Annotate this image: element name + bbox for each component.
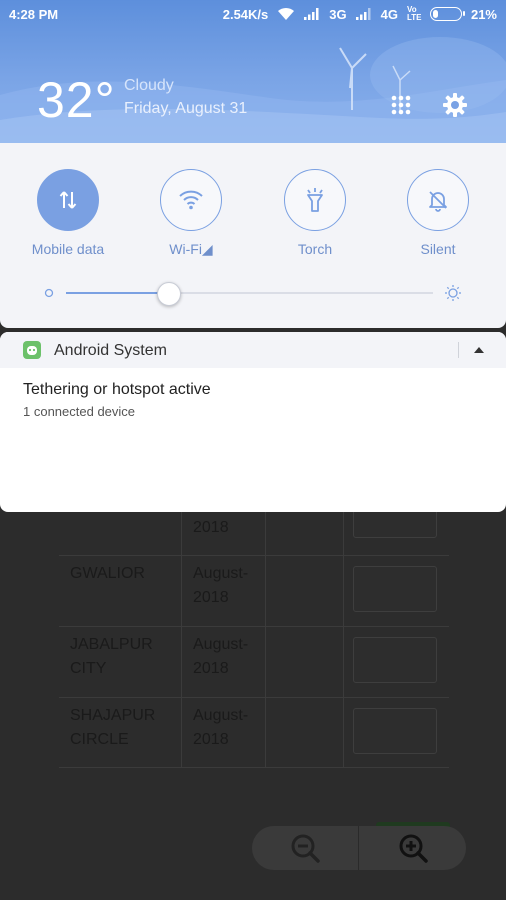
clock: 4:28 PM [9, 7, 59, 22]
tile-silent[interactable]: Silent [383, 169, 493, 257]
network-speed: 2.54K/s [222, 6, 269, 22]
collapse-button[interactable] [466, 340, 492, 360]
table-cell-office: SHAJAPUR CIRCLE [59, 698, 182, 767]
notification-header: Android System [0, 332, 506, 368]
mobile-data-icon [59, 191, 77, 209]
chevron-up-icon [474, 347, 484, 353]
brightness-slider-thumb[interactable] [156, 282, 181, 306]
weather-date: Friday, August 31 [124, 100, 248, 117]
wifi-status-icon [277, 7, 295, 21]
network-type-2: 4G [380, 6, 398, 22]
status-bar: 4:28 PM 2.54K/s 3G 4G Vo LTE 21% [0, 0, 506, 30]
battery-icon [429, 7, 465, 21]
zoom-in-button[interactable] [359, 826, 466, 870]
input-box[interactable] [353, 508, 437, 538]
weather-condition: Cloudy [124, 77, 174, 94]
notification-app-name: Android System [54, 342, 167, 359]
gear-icon [443, 93, 467, 117]
volte-label: Vo LTE [406, 5, 422, 22]
tile-label: Wi-Fi◢ [169, 241, 213, 257]
battery-percent: 21% [470, 6, 497, 22]
wifi-icon [179, 190, 203, 210]
tile-label: Silent [420, 241, 456, 257]
brightness-high-icon [444, 284, 462, 302]
tile-label: Torch [297, 241, 333, 257]
table-row: GWALIOR August- 2018 [59, 556, 449, 627]
notification-title: Tethering or hotspot active [23, 381, 211, 398]
brightness-low-icon [40, 284, 58, 302]
tile-label: Mobile data [31, 241, 105, 257]
settings-button[interactable] [440, 90, 470, 120]
input-box[interactable] [353, 637, 437, 683]
table-row: SHAJAPUR CIRCLE August- 2018 [59, 698, 449, 768]
zoom-control [252, 826, 466, 870]
zoom-out-icon [291, 834, 320, 863]
quick-settings-panel: Mobile data Wi-Fi◢ Torch Silent [0, 143, 506, 328]
table-cell-office: GWALIOR [59, 556, 182, 626]
network-type-1: 3G [329, 6, 347, 22]
temperature: 32° [37, 72, 116, 128]
signal-icon [304, 8, 320, 20]
table-row: JABALPUR CITY August- 2018 [59, 627, 449, 698]
table-cell-month: August- 2018 [182, 698, 266, 767]
input-box[interactable] [353, 708, 437, 754]
brightness-slider[interactable] [44, 280, 464, 306]
grid-icon [391, 95, 411, 115]
tile-torch[interactable]: Torch [260, 169, 370, 257]
android-system-icon [23, 341, 41, 359]
all-toggles-button[interactable] [386, 90, 416, 120]
zoom-out-button[interactable] [252, 826, 359, 870]
silent-icon [429, 191, 447, 212]
zoom-in-icon [399, 834, 428, 863]
tile-mobile-data[interactable]: Mobile data [13, 169, 123, 257]
table-cell-month: August- 2018 [182, 627, 266, 697]
signal-icon [355, 8, 372, 20]
table-cell-month: August- 2018 [182, 556, 266, 626]
notification-text: 1 connected device [23, 404, 136, 419]
tile-wifi[interactable]: Wi-Fi◢ [136, 169, 246, 258]
input-box[interactable] [353, 566, 437, 612]
torch-icon [307, 188, 323, 212]
notification-card[interactable]: Android System Tethering or hotspot acti… [0, 332, 506, 512]
table-cell-office: JABALPUR CITY [59, 627, 182, 697]
